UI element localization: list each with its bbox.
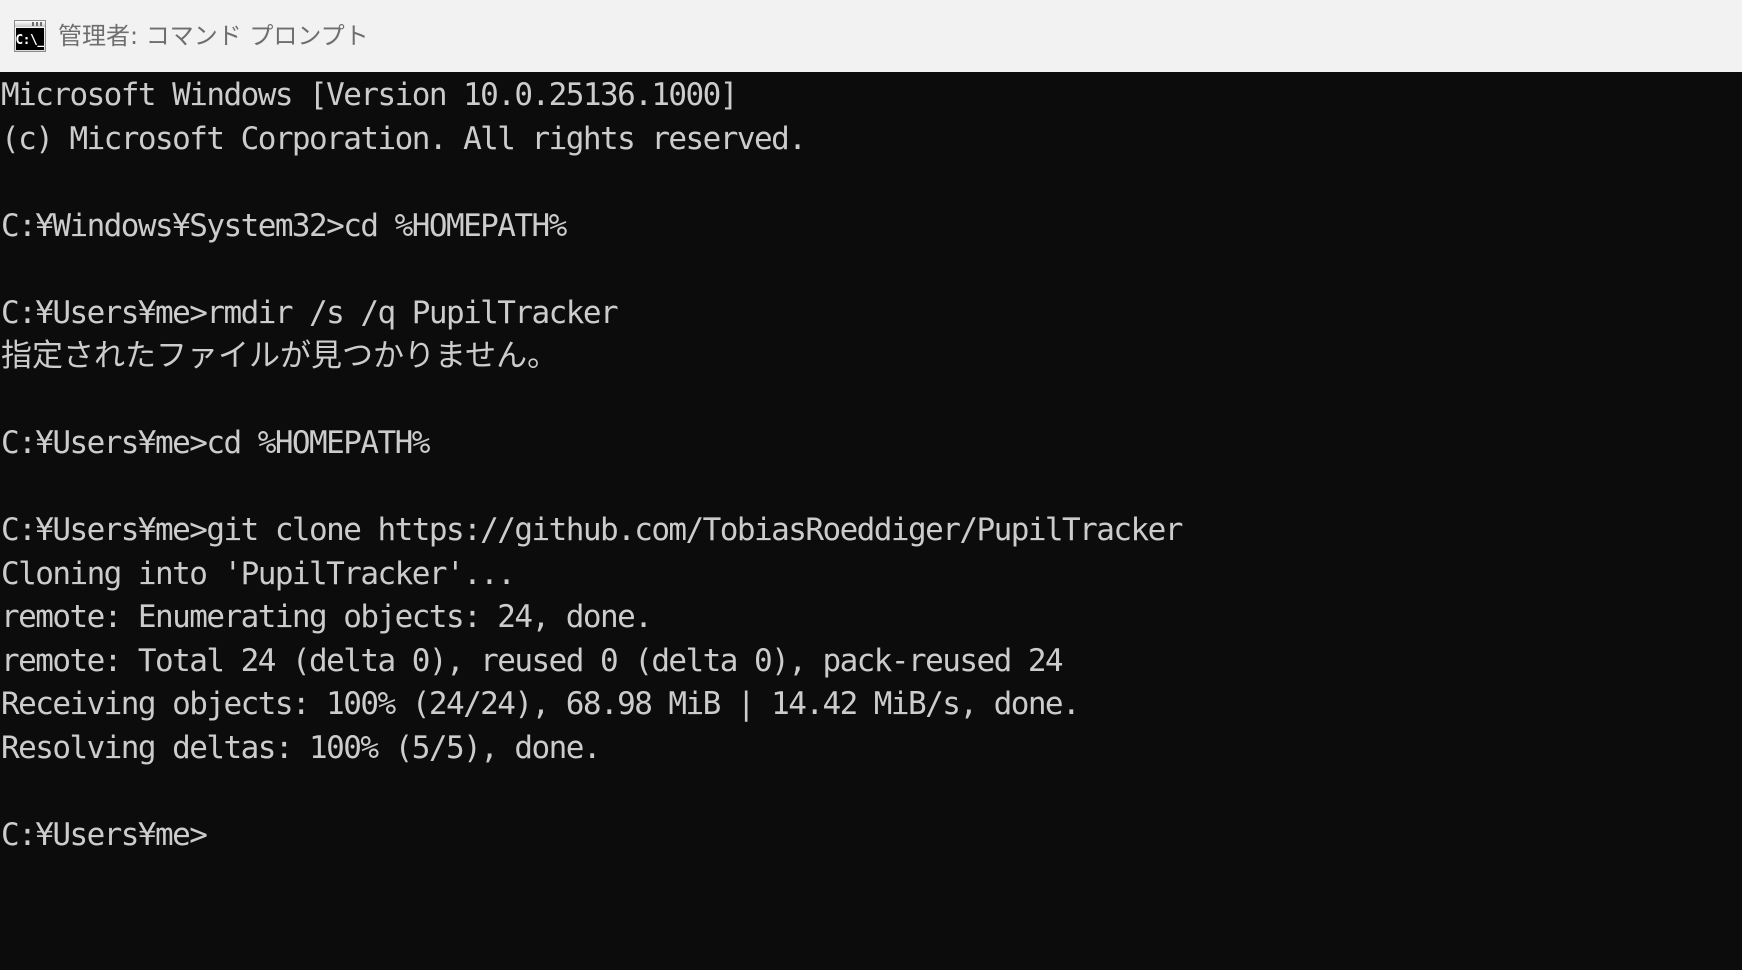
terminal-line: remote: Total 24 (delta 0), reused 0 (de… [1, 642, 1064, 679]
window-title: 管理者: コマンド プロンプト [58, 22, 369, 50]
terminal-line: (c) Microsoft Corporation. All rights re… [1, 120, 807, 157]
icon-prompt-glyph: C:\_ [16, 32, 44, 48]
terminal-line: 指定されたファイルが見つかりません。 [1, 338, 559, 374]
window-titlebar[interactable]: C:\_ 管理者: コマンド プロンプト [0, 0, 1742, 72]
terminal-line: Receiving objects: 100% (24/24), 68.98 M… [1, 686, 1081, 722]
icon-window-buttons [32, 22, 43, 26]
terminal-line: C:¥Users¥me>cd %HOMEPATH% [1, 425, 430, 461]
command-prompt-window: C:\_ 管理者: コマンド プロンプト Microsoft Windows [… [0, 0, 1742, 970]
terminal-line: Cloning into 'PupilTracker'... [1, 555, 516, 592]
icon-console-screen: C:\_ [16, 28, 44, 50]
terminal-line: C:¥Windows¥System32>cd %HOMEPATH% [1, 207, 567, 244]
cmd-prompt-icon[interactable]: C:\_ [14, 20, 46, 52]
terminal-line: C:¥Users¥me> [1, 816, 208, 853]
terminal-line: Microsoft Windows [Version 10.0.25136.10… [1, 77, 738, 113]
terminal-line: C:¥Users¥me>git clone https://github.com… [1, 512, 1183, 548]
terminal-line: remote: Enumerating objects: 24, done. [1, 599, 653, 635]
terminal-line: C:¥Users¥me>rmdir /s /q PupilTracker [1, 294, 619, 331]
terminal-line: Resolving deltas: 100% (5/5), done. [1, 729, 602, 766]
terminal-output-area[interactable]: Microsoft Windows [Version 10.0.25136.10… [0, 72, 1742, 970]
